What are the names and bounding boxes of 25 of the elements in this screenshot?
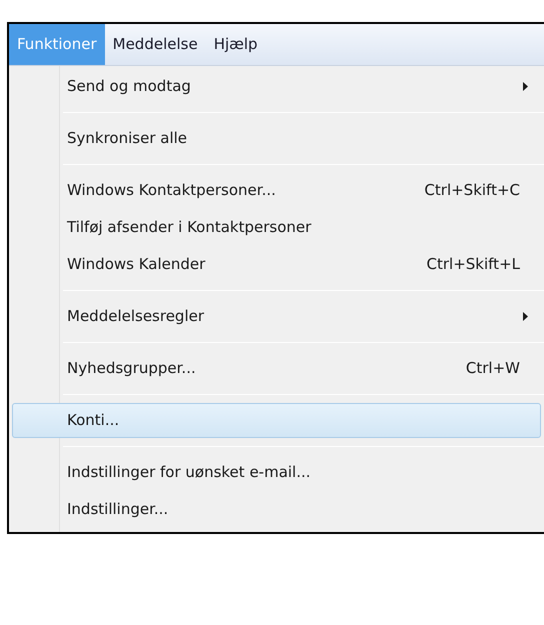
- menu-item-label: Indstillinger...: [66, 499, 168, 520]
- menu-item-label: Windows Kalender: [66, 254, 206, 276]
- shortcut-label: Ctrl+Skift+C: [424, 180, 520, 202]
- menu-item-label: Tilføj afsender i Kontaktpersoner: [66, 217, 312, 238]
- menu-item[interactable]: Konti...: [12, 403, 541, 438]
- menu-item[interactable]: Send og modtag: [12, 68, 541, 105]
- menu-item[interactable]: Indstillinger for uønsket e-mail...: [12, 454, 541, 491]
- menu-item[interactable]: Synkroniser alle: [12, 120, 541, 157]
- menu-item[interactable]: Windows Kalender Ctrl+Skift+L: [12, 246, 541, 283]
- menu-item[interactable]: Windows Kontaktpersoner... Ctrl+Skift+C: [12, 172, 541, 209]
- shortcut-label: Ctrl+Skift+L: [426, 254, 520, 276]
- menu-item[interactable]: Tilføj afsender i Kontaktpersoner: [12, 209, 541, 246]
- menu-item-label: Send og modtag: [66, 76, 191, 98]
- menu-bar-item[interactable]: Meddelelse: [104, 24, 206, 65]
- menu-item-label: Nyhedsgrupper...: [66, 358, 196, 380]
- menu-item-label: Synkroniser alle: [66, 128, 188, 150]
- menu-bar-item[interactable]: Hjælp: [206, 24, 266, 65]
- menu-item-label: Meddelelsesregler: [66, 306, 204, 328]
- shortcut-label: Ctrl+W: [466, 358, 520, 380]
- menu-item[interactable]: Meddelelsesregler: [12, 298, 541, 335]
- menu-item[interactable]: Indstillinger...: [12, 491, 541, 528]
- menu-item-label: Konti...: [66, 410, 120, 432]
- menu-item-label: Indstillinger for uønsket e-mail...: [66, 462, 311, 484]
- menu-item-label: Windows Kontaktpersoner...: [66, 180, 276, 202]
- menu-item[interactable]: Nyhedsgrupper... Ctrl+W: [12, 350, 541, 387]
